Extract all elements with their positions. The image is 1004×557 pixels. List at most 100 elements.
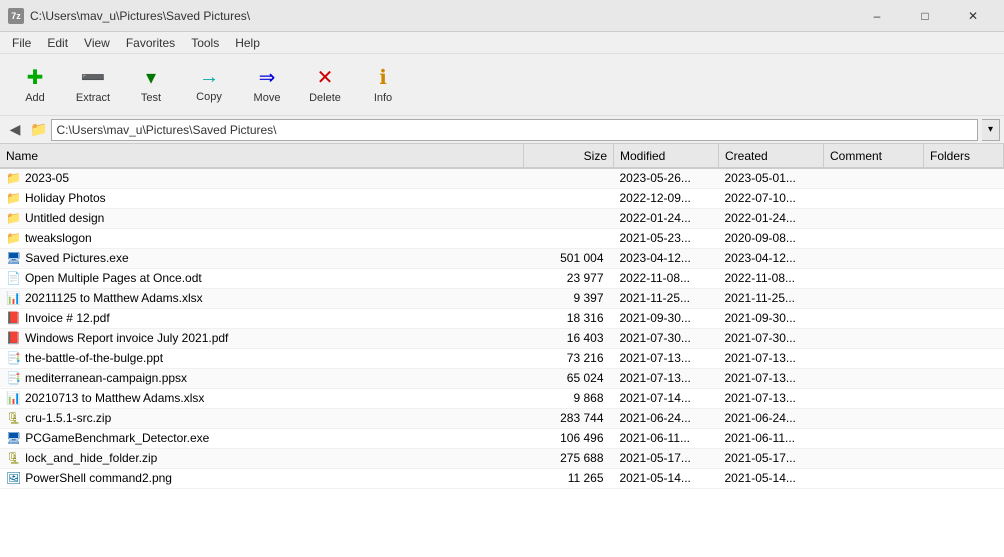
toolbar-btn-extract[interactable]: ➖Extract [66,58,120,112]
file-modified: 2021-07-13... [614,368,719,388]
toolbar-btn-delete[interactable]: ✕ Delete [298,58,352,112]
menu-item-tools[interactable]: Tools [183,34,227,52]
toolbar-btn-move[interactable]: ⇒Move [240,58,294,112]
file-modified: 2021-07-13... [614,348,719,368]
maximize-button[interactable]: □ [902,0,948,32]
table-row[interactable]: 📑mediterranean-campaign.ppsx65 0242021-0… [0,368,1004,388]
table-row[interactable]: 🗜cru-1.5.1-src.zip283 7442021-06-24...20… [0,408,1004,428]
toolbar-btn-add[interactable]: ✚Add [8,58,62,112]
minimize-button[interactable]: – [854,0,900,32]
column-headers: Name Size Modified Created Comment Folde… [0,144,1004,168]
file-folders [924,388,1004,408]
menu-item-favorites[interactable]: Favorites [118,34,183,52]
file-name: 📁2023-05 [0,168,524,188]
table-row[interactable]: 📄Open Multiple Pages at Once.odt23 97720… [0,268,1004,288]
file-size: 16 403 [524,328,614,348]
file-name: 📕Windows Report invoice July 2021.pdf [0,328,524,348]
menu-item-edit[interactable]: Edit [39,34,76,52]
file-created: 2020-09-08... [719,228,824,248]
menu-item-help[interactable]: Help [227,34,268,52]
window-controls: – □ ✕ [854,0,996,32]
pdf-icon: 📕 [6,311,21,325]
file-name: 🗜cru-1.5.1-src.zip [0,408,524,428]
folder-icon: 📁 [6,191,21,205]
table-row[interactable]: 🖼PowerShell command2.png11 2652021-05-14… [0,468,1004,488]
file-size: 275 688 [524,448,614,468]
file-created: 2021-09-30... [719,308,824,328]
col-folders[interactable]: Folders [924,144,1004,168]
table-row[interactable]: 📁2023-052023-05-26...2023-05-01... [0,168,1004,188]
address-input[interactable] [51,119,978,141]
xlsx-icon: 📊 [6,291,21,305]
col-size[interactable]: Size [524,144,614,168]
menu-item-view[interactable]: View [76,34,118,52]
file-name: 📕Invoice # 12.pdf [0,308,524,328]
col-name[interactable]: Name [0,144,524,168]
app-icon: 7z [8,8,24,24]
col-comment[interactable]: Comment [824,144,924,168]
file-name: 📁Holiday Photos [0,188,524,208]
close-button[interactable]: ✕ [950,0,996,32]
file-size: 18 316 [524,308,614,328]
file-folders [924,228,1004,248]
file-size [524,228,614,248]
file-created: 2021-06-24... [719,408,824,428]
file-comment [824,268,924,288]
table-row[interactable]: 📁tweakslogon2021-05-23...2020-09-08... [0,228,1004,248]
file-modified: 2021-11-25... [614,288,719,308]
table-row[interactable]: 📊20210713 to Matthew Adams.xlsx9 8682021… [0,388,1004,408]
file-comment [824,168,924,188]
file-comment [824,348,924,368]
nav-back-button[interactable]: ◀ [4,119,26,141]
file-size: 73 216 [524,348,614,368]
file-comment [824,228,924,248]
address-dropdown[interactable]: ▾ [982,119,1000,141]
png-icon: 🖼 [6,471,21,485]
file-modified: 2022-11-08... [614,268,719,288]
copy-icon: → [199,66,219,89]
add-label: Add [25,92,45,104]
folder-icon: 📁 [6,231,21,245]
odt-icon: 📄 [6,271,21,285]
col-modified[interactable]: Modified [614,144,719,168]
file-comment [824,248,924,268]
col-created[interactable]: Created [719,144,824,168]
file-created: 2021-05-17... [719,448,824,468]
file-name: 🖼PowerShell command2.png [0,468,524,488]
file-comment [824,408,924,428]
xlsx-icon: 📊 [6,391,21,405]
menu-item-file[interactable]: File [4,34,39,52]
test-label: Test [141,92,161,104]
file-size: 65 024 [524,368,614,388]
extract-icon: ➖ [81,65,106,90]
file-size [524,208,614,228]
file-modified: 2022-01-24... [614,208,719,228]
file-size: 501 004 [524,248,614,268]
file-modified: 2021-05-23... [614,228,719,248]
table-row[interactable]: 🗜lock_and_hide_folder.zip275 6882021-05-… [0,448,1004,468]
table-row[interactable]: 📊20211125 to Matthew Adams.xlsx9 3972021… [0,288,1004,308]
file-created: 2021-07-13... [719,348,824,368]
file-created: 2021-07-13... [719,388,824,408]
file-folders [924,168,1004,188]
table-row[interactable]: 🖥Saved Pictures.exe501 0042023-04-12...2… [0,248,1004,268]
file-modified: 2021-07-30... [614,328,719,348]
toolbar-btn-copy[interactable]: →Copy [182,58,236,112]
zip-icon: 🗜 [6,451,21,465]
folder-icon: 📁 [6,211,21,225]
delete-icon: ✕ [317,65,334,90]
file-name: 📑the-battle-of-the-bulge.ppt [0,348,524,368]
table-row[interactable]: 🖥PCGameBenchmark_Detector.exe106 4962021… [0,428,1004,448]
file-modified: 2023-05-26... [614,168,719,188]
table-row[interactable]: 📁Untitled design2022-01-24...2022-01-24.… [0,208,1004,228]
test-icon: ▾ [146,65,156,90]
table-row[interactable]: 📑the-battle-of-the-bulge.ppt73 2162021-0… [0,348,1004,368]
toolbar-btn-test[interactable]: ▾ Test [124,58,178,112]
toolbar-btn-info[interactable]: ℹInfo [356,58,410,112]
table-row[interactable]: 📕Windows Report invoice July 2021.pdf16 … [0,328,1004,348]
table-row[interactable]: 📕Invoice # 12.pdf18 3162021-09-30...2021… [0,308,1004,328]
delete-label: Delete [309,92,341,104]
file-comment [824,208,924,228]
table-row[interactable]: 📁Holiday Photos2022-12-09...2022-07-10..… [0,188,1004,208]
file-folders [924,428,1004,448]
